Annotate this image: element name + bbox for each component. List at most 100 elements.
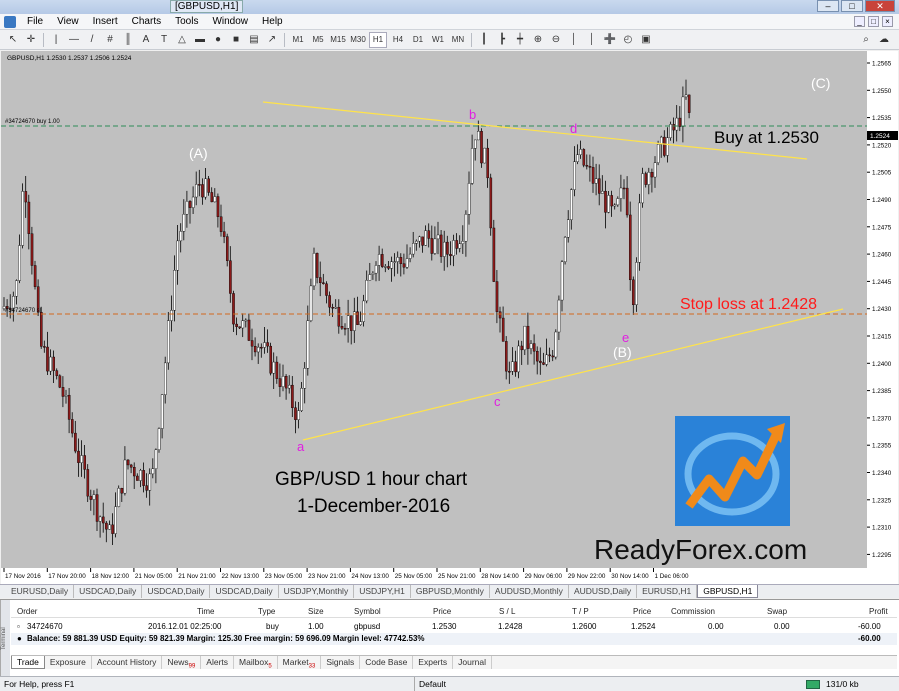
text-label-tool-icon[interactable]: T bbox=[156, 32, 172, 48]
timeframe-h1[interactable]: H1 bbox=[369, 31, 387, 48]
symbol-tab[interactable]: AUDUSD,Monthly bbox=[490, 585, 569, 598]
col-symbol[interactable]: Symbol bbox=[354, 606, 381, 618]
line-chart-icon[interactable]: ┿ bbox=[512, 32, 528, 48]
candle-body bbox=[501, 317, 505, 342]
col-profit[interactable]: Profit bbox=[869, 606, 888, 618]
symbol-tab[interactable]: EURUSD,Daily bbox=[6, 585, 75, 598]
periods-icon[interactable]: ◴ bbox=[620, 32, 636, 48]
col-sl[interactable]: S / L bbox=[499, 606, 515, 618]
terminal-tab[interactable]: Trade bbox=[11, 656, 45, 669]
vertical-line-tool-icon[interactable]: | bbox=[48, 32, 64, 48]
menu-file[interactable]: File bbox=[20, 16, 50, 27]
symbol-tab[interactable]: USDCAD,Daily bbox=[210, 585, 279, 598]
timeframe-mn[interactable]: MN bbox=[449, 32, 467, 48]
timeframe-m15[interactable]: M15 bbox=[329, 32, 347, 48]
mdi-minimize-button[interactable]: _ bbox=[854, 16, 865, 27]
candle-body bbox=[681, 96, 685, 127]
zoom-in-icon[interactable]: ⊕ bbox=[530, 32, 546, 48]
mdi-restore-button[interactable]: □ bbox=[868, 16, 879, 27]
col-time[interactable]: Time bbox=[197, 606, 214, 618]
timeframe-h4[interactable]: H4 bbox=[389, 32, 407, 48]
wave-label-B: (B) bbox=[613, 344, 632, 360]
toolbar-separator bbox=[471, 32, 472, 47]
timeframe-m1[interactable]: M1 bbox=[289, 32, 307, 48]
terminal-tab[interactable]: Alerts bbox=[201, 656, 235, 669]
text-tool-icon[interactable]: A bbox=[138, 32, 154, 48]
menu-view[interactable]: View bbox=[50, 16, 86, 27]
terminal-tab[interactable]: Experts bbox=[413, 656, 454, 669]
ellipse-tool-icon[interactable]: ● bbox=[210, 32, 226, 48]
price-chart[interactable]: 1.2565 1.2550 1.2535 1.2520 1.2505 1.2490 1.24… bbox=[1, 51, 898, 584]
zoom-out-icon[interactable]: ⊖ bbox=[548, 32, 564, 48]
terminal-tab[interactable]: News99 bbox=[162, 656, 202, 670]
close-button[interactable]: ✕ bbox=[865, 0, 895, 12]
triangle-tool-icon[interactable]: △ bbox=[174, 32, 190, 48]
col-tp[interactable]: T / P bbox=[572, 606, 589, 618]
chart-window[interactable]: 1.2565 1.2550 1.2535 1.2520 1.2505 1.2490 1.24… bbox=[1, 51, 898, 584]
square-tool-icon[interactable]: ■ bbox=[228, 32, 244, 48]
symbol-tab[interactable]: USDCAD,Daily bbox=[142, 585, 211, 598]
candle-body bbox=[185, 201, 189, 215]
terminal-tab[interactable]: Exposure bbox=[45, 656, 92, 669]
menu-charts[interactable]: Charts bbox=[125, 16, 168, 27]
channel-tool-icon[interactable]: # bbox=[102, 32, 118, 48]
candle-body bbox=[436, 234, 440, 240]
shapes-menu-icon[interactable]: ▤ bbox=[246, 32, 262, 48]
arrows-menu-icon[interactable]: ↗ bbox=[264, 32, 280, 48]
indicators-icon[interactable]: ➕ bbox=[602, 32, 618, 48]
menu-window[interactable]: Window bbox=[205, 16, 255, 27]
candle-body bbox=[415, 240, 418, 244]
terminal-tab[interactable]: Mailbox5 bbox=[234, 656, 278, 670]
symbol-tab[interactable]: GBPUSD,Monthly bbox=[411, 585, 490, 598]
order-symbol: gbpusd bbox=[354, 622, 381, 631]
trade-row[interactable]: ▫ 34724670 2016.12.01 02:25:00 buy 1.00 … bbox=[11, 621, 897, 633]
col-price[interactable]: Price bbox=[433, 606, 451, 618]
terminal-tab[interactable]: Market33 bbox=[278, 656, 322, 670]
col-price-current[interactable]: Price bbox=[633, 606, 651, 618]
crosshair-tool-icon[interactable]: ✛ bbox=[23, 32, 39, 48]
col-order[interactable]: Order bbox=[17, 606, 37, 618]
auto-scroll-icon[interactable]: │ bbox=[566, 32, 582, 48]
symbol-tab[interactable]: USDJPY,H1 bbox=[354, 585, 411, 598]
timeframe-m5[interactable]: M5 bbox=[309, 32, 327, 48]
col-commission[interactable]: Commission bbox=[671, 606, 715, 618]
horizontal-line-tool-icon[interactable]: — bbox=[66, 32, 82, 48]
maximize-button[interactable]: □ bbox=[841, 0, 863, 12]
bar-chart-icon[interactable]: ┃ bbox=[476, 32, 492, 48]
terminal-tab[interactable]: Account History bbox=[92, 656, 163, 669]
candlestick-chart-icon[interactable]: ┣ bbox=[494, 32, 510, 48]
symbol-tab[interactable]: AUDUSD,Daily bbox=[569, 585, 638, 598]
menu-insert[interactable]: Insert bbox=[86, 16, 125, 27]
cursor-tool-icon[interactable]: ↖ bbox=[5, 32, 21, 48]
toolbar-separator bbox=[43, 32, 44, 47]
menu-help[interactable]: Help bbox=[255, 16, 290, 27]
fibonacci-tool-icon[interactable]: ║ bbox=[120, 32, 136, 48]
timeframe-m30[interactable]: M30 bbox=[349, 32, 367, 48]
col-size[interactable]: Size bbox=[308, 606, 324, 618]
price-tick-label: 1.2520 bbox=[872, 142, 892, 149]
timeframe-w1[interactable]: W1 bbox=[429, 32, 447, 48]
terminal-tab[interactable]: Signals bbox=[321, 656, 361, 669]
symbol-tab[interactable]: USDCAD,Daily bbox=[74, 585, 143, 598]
col-swap[interactable]: Swap bbox=[767, 606, 787, 618]
templates-icon[interactable]: ▣ bbox=[638, 32, 654, 48]
symbol-tab[interactable]: USDJPY,Monthly bbox=[279, 585, 355, 598]
search-icon[interactable]: ⌕ bbox=[858, 32, 874, 48]
terminal-tab[interactable]: Code Base bbox=[360, 656, 414, 669]
status-profile[interactable]: Default bbox=[414, 677, 446, 691]
candle-body bbox=[322, 282, 325, 284]
terminal-tabs: Trade Exposure Account History News99 Alerts… bbox=[11, 655, 897, 670]
chat-icon[interactable]: ☁ bbox=[876, 32, 892, 48]
terminal-tab[interactable]: Journal bbox=[453, 656, 493, 669]
trendline-tool-icon[interactable]: / bbox=[84, 32, 100, 48]
rectangle-tool-icon[interactable]: ▬ bbox=[192, 32, 208, 48]
time-tick-label: 1 Dec 06:00 bbox=[655, 573, 689, 580]
symbol-tab[interactable]: GBPUSD,H1 bbox=[697, 585, 759, 598]
mdi-close-button[interactable]: × bbox=[882, 16, 893, 27]
col-type[interactable]: Type bbox=[258, 606, 275, 618]
timeframe-d1[interactable]: D1 bbox=[409, 32, 427, 48]
menu-tools[interactable]: Tools bbox=[168, 16, 205, 27]
minimize-button[interactable]: – bbox=[817, 0, 839, 12]
chart-shift-icon[interactable]: │ bbox=[584, 32, 600, 48]
symbol-tab[interactable]: EURUSD,H1 bbox=[637, 585, 698, 598]
